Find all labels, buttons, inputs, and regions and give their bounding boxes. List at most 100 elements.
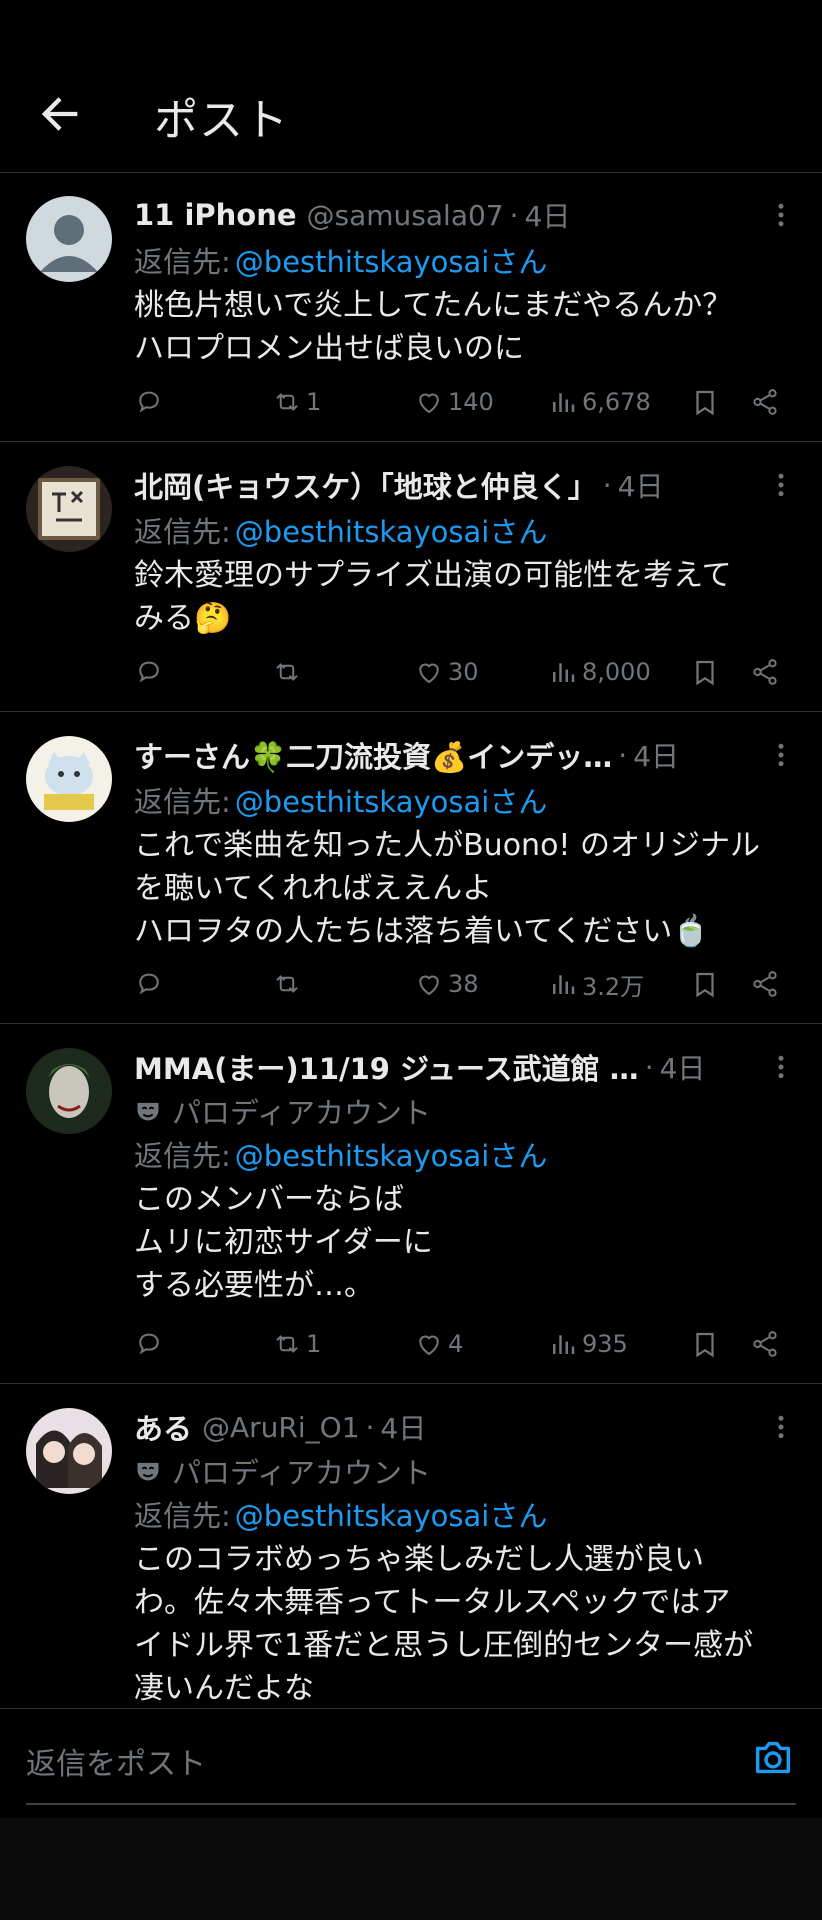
camera-icon[interactable] bbox=[750, 1735, 796, 1781]
repost-button[interactable]: 1 bbox=[272, 1322, 321, 1366]
mention-link[interactable]: @besthitskayosaiさん bbox=[235, 1493, 548, 1535]
timestamp[interactable]: 4日 bbox=[525, 195, 571, 235]
back-arrow-icon[interactable] bbox=[34, 88, 86, 140]
share-button[interactable] bbox=[750, 380, 784, 424]
reply-context: 返信先: @besthitskayosaiさん bbox=[134, 778, 796, 822]
reply-button[interactable] bbox=[134, 650, 168, 694]
parody-label: パロディアカウント bbox=[134, 1090, 796, 1132]
user-handle[interactable]: @samusala07 bbox=[307, 199, 504, 232]
display-name[interactable]: 11 iPhone bbox=[134, 198, 297, 232]
repost-button[interactable] bbox=[272, 962, 306, 1006]
bookmark-button[interactable] bbox=[690, 380, 724, 424]
reply-button[interactable] bbox=[134, 380, 168, 424]
more-options-icon[interactable] bbox=[766, 200, 796, 230]
reply-composer[interactable]: 返信をポスト bbox=[0, 1708, 822, 1819]
more-options-icon[interactable] bbox=[766, 1052, 796, 1082]
views-button[interactable]: 935 bbox=[548, 1322, 628, 1366]
views-button[interactable]: 3.2万 bbox=[548, 962, 644, 1006]
mention-link[interactable]: @besthitskayosaiさん bbox=[235, 239, 548, 281]
tweet[interactable]: 11 iPhone @samusala07 · 4日 返信先: @besthit… bbox=[0, 172, 822, 442]
avatar[interactable] bbox=[26, 466, 112, 552]
tweet-line: これで楽曲を知った人がBuono! のオリジナル bbox=[134, 828, 760, 863]
share-button[interactable] bbox=[750, 962, 784, 1006]
tweet[interactable]: ある @AruRi_O1 · 4日 パロディアカウント 返信先: @besthi… bbox=[0, 1384, 822, 1708]
avatar[interactable] bbox=[26, 1408, 112, 1494]
repost-icon bbox=[276, 1335, 298, 1353]
display-name[interactable]: 北岡(キョウスケ）「地球と仲良く」 bbox=[134, 464, 597, 506]
reply-context: 返信先: @besthitskayosaiさん bbox=[134, 1132, 796, 1176]
reply-button[interactable] bbox=[134, 1322, 168, 1366]
tweet-text: これで楽曲を知った人がBuono! のオリジナル を聴いてくれればええんよ ハロ… bbox=[134, 824, 796, 953]
action-bar: 38 3.2万 bbox=[134, 962, 796, 1006]
tweet-line: する必要性が…。 bbox=[134, 1268, 374, 1303]
tweet-line: 桃色片想いで炎上してたんにまだやるんか？ bbox=[134, 288, 733, 323]
repost-icon bbox=[276, 393, 298, 411]
bookmark-icon bbox=[696, 1332, 714, 1358]
bookmark-button[interactable] bbox=[690, 650, 724, 694]
tweet-text: 桃色片想いで炎上してたんにまだやるんか？ ハロプロメン出せば良いのに bbox=[134, 284, 796, 370]
like-button[interactable]: 30 bbox=[414, 650, 479, 694]
more-options-icon[interactable] bbox=[766, 1412, 796, 1442]
views-button[interactable]: 6,678 bbox=[548, 380, 651, 424]
display-name[interactable]: すーさん🍀二刀流投資💰インデッ… bbox=[134, 734, 612, 776]
mention-link[interactable]: @besthitskayosaiさん bbox=[235, 509, 548, 551]
bookmark-button[interactable] bbox=[690, 1322, 724, 1366]
mask-icon bbox=[137, 1462, 159, 1481]
reply-feed: 11 iPhone @samusala07 · 4日 返信先: @besthit… bbox=[0, 172, 822, 1708]
views-button[interactable]: 8,000 bbox=[548, 650, 651, 694]
more-options-icon[interactable] bbox=[766, 740, 796, 770]
tweet[interactable]: MMA(まー)11/19 ジュース武道館 … · 4日 パロディアカウント 返信… bbox=[0, 1024, 822, 1384]
view-count: 935 bbox=[582, 1330, 628, 1358]
avatar[interactable] bbox=[26, 1048, 112, 1134]
tweet[interactable]: 北岡(キョウスケ）「地球と仲良く」 · 4日 返信先: @besthitskay… bbox=[0, 442, 822, 712]
separator-dot: · bbox=[644, 1050, 654, 1084]
timestamp[interactable]: 4日 bbox=[618, 465, 664, 505]
reply-prefix: 返信先: bbox=[134, 245, 231, 279]
display-name[interactable]: MMA(まー)11/19 ジュース武道館 … bbox=[134, 1046, 639, 1088]
more-options-icon[interactable] bbox=[766, 470, 796, 500]
tweet-text: 鈴木愛理のサプライズ出演の可能性を考えて みる🤔 bbox=[134, 554, 796, 640]
repost-button[interactable] bbox=[272, 650, 306, 694]
timestamp[interactable]: 4日 bbox=[660, 1047, 706, 1087]
like-button[interactable]: 38 bbox=[414, 962, 479, 1006]
tweet-line: ハロプロメン出せば良いのに bbox=[134, 331, 524, 366]
tweet-text: このコラボめっちゃ楽しみだし人選が良い わ。佐々木舞香ってトータルスペックではア… bbox=[134, 1538, 796, 1708]
action-bar: 30 8,000 bbox=[134, 650, 796, 694]
avatar[interactable] bbox=[26, 196, 112, 282]
action-bar: 1 140 6,678 bbox=[134, 380, 796, 424]
user-handle[interactable]: @AruRi_O1 bbox=[202, 1411, 360, 1444]
timestamp[interactable]: 4日 bbox=[380, 1407, 426, 1447]
bottom-area bbox=[0, 1818, 822, 1920]
view-count: 8,000 bbox=[582, 658, 651, 686]
reply-input[interactable]: 返信をポスト bbox=[26, 1739, 206, 1783]
share-button[interactable] bbox=[750, 1322, 784, 1366]
tweet-line: このコラボめっちゃ楽しみだし人選が良い bbox=[134, 1542, 704, 1577]
reply-button[interactable] bbox=[134, 962, 168, 1006]
tweet-line: ムリに初恋サイダーに bbox=[134, 1225, 433, 1260]
separator-dot: · bbox=[509, 198, 519, 232]
repost-button[interactable]: 1 bbox=[272, 380, 321, 424]
tweet-line: ハロヲタの人たちは落ち着いてください🍵 bbox=[134, 914, 710, 949]
reply-context: 返信先: @besthitskayosaiさん bbox=[134, 1492, 796, 1536]
tweet[interactable]: すーさん🍀二刀流投資💰インデッ… · 4日 返信先: @besthitskayo… bbox=[0, 712, 822, 1024]
like-button[interactable]: 4 bbox=[414, 1322, 463, 1366]
bookmark-button[interactable] bbox=[690, 962, 724, 1006]
like-button[interactable]: 140 bbox=[414, 380, 494, 424]
heart-icon bbox=[419, 393, 439, 414]
timestamp[interactable]: 4日 bbox=[633, 735, 679, 775]
mention-link[interactable]: @besthitskayosaiさん bbox=[235, 1133, 548, 1175]
share-button[interactable] bbox=[750, 650, 784, 694]
display-name[interactable]: ある bbox=[134, 1406, 192, 1448]
tweet-line: イドル界で1番だと思うし圧倒的センター感が bbox=[134, 1628, 754, 1663]
tweet-line: 凄いんだよな bbox=[134, 1671, 314, 1706]
view-count: 6,678 bbox=[582, 388, 651, 416]
parody-label: パロディアカウント bbox=[134, 1450, 796, 1492]
avatar[interactable] bbox=[26, 736, 112, 822]
bookmark-icon bbox=[696, 390, 714, 416]
heart-icon bbox=[419, 663, 439, 684]
repost-icon bbox=[276, 975, 298, 993]
mention-link[interactable]: @besthitskayosaiさん bbox=[235, 779, 548, 821]
share-icon bbox=[753, 389, 777, 415]
reply-context: 返信先: @besthitskayosaiさん bbox=[134, 238, 796, 282]
tweet-header: ある @AruRi_O1 · 4日 bbox=[134, 1404, 796, 1450]
